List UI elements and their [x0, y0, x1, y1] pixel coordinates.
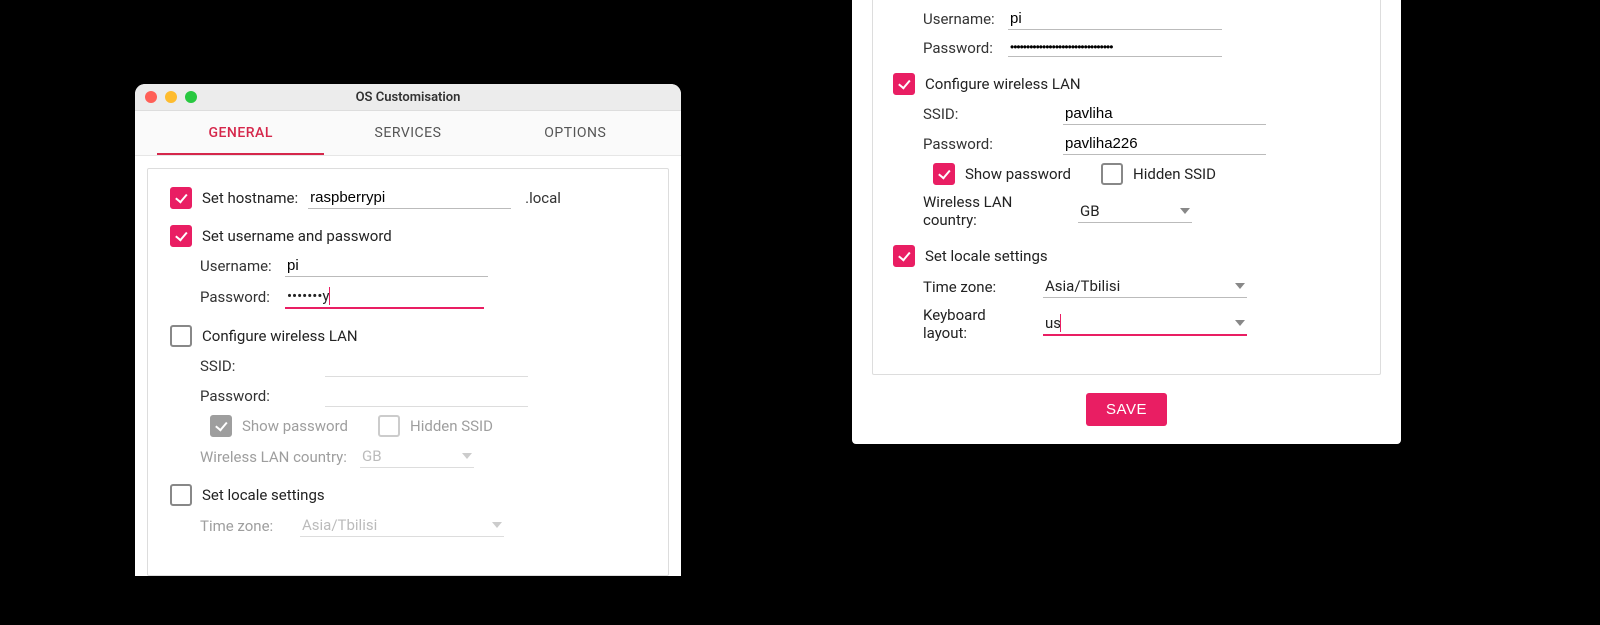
- timezone-label: Time zone:: [923, 278, 1033, 296]
- ssid-label: SSID:: [200, 357, 275, 375]
- set-hostname-checkbox[interactable]: [170, 187, 192, 209]
- hostname-input[interactable]: [308, 187, 511, 209]
- tab-general[interactable]: GENERAL: [157, 111, 324, 155]
- wlan-password-input[interactable]: [1063, 133, 1266, 155]
- password-value: •••••••y: [287, 287, 330, 305]
- wlan-country-value: GB: [1080, 202, 1100, 220]
- chevron-down-icon: [1180, 208, 1190, 214]
- wlan-country-label: Wireless LAN country:: [923, 193, 1068, 229]
- titlebar: OS Customisation: [135, 84, 681, 111]
- set-userpass-checkbox[interactable]: [170, 225, 192, 247]
- chevron-down-icon: [492, 522, 502, 528]
- cursor-icon: [1060, 314, 1061, 332]
- keyboard-layout-value: us: [1045, 314, 1061, 332]
- hidden-ssid-checkbox[interactable]: [1101, 163, 1123, 185]
- show-password-label: Show password: [965, 165, 1071, 183]
- general-panel: Set hostname: .local Set username and pa…: [147, 168, 669, 576]
- timezone-select[interactable]: Asia/Tbilisi: [1043, 275, 1247, 298]
- wlan-password-label: Password:: [200, 387, 275, 405]
- timezone-select: Asia/Tbilisi: [300, 514, 504, 537]
- chevron-down-icon: [462, 453, 472, 459]
- configure-wlan-label: Configure wireless LAN: [925, 75, 1081, 93]
- general-panel-2: Set username and password Username: Pass…: [872, 0, 1381, 375]
- os-customisation-window-2: Set username and password Username: Pass…: [852, 0, 1401, 444]
- set-locale-checkbox[interactable]: [170, 484, 192, 506]
- show-password-checkbox: [210, 415, 232, 437]
- show-password-label: Show password: [242, 417, 348, 435]
- hidden-ssid-label: Hidden SSID: [410, 417, 493, 435]
- hostname-suffix: .local: [525, 189, 561, 207]
- set-locale-label: Set locale settings: [202, 486, 325, 504]
- password-label: Password:: [200, 288, 275, 306]
- wlan-country-value: GB: [362, 447, 382, 465]
- configure-wlan-checkbox[interactable]: [893, 73, 915, 95]
- set-hostname-label: Set hostname:: [202, 189, 298, 207]
- configure-wlan-label: Configure wireless LAN: [202, 327, 358, 345]
- tab-options[interactable]: OPTIONS: [492, 111, 659, 155]
- wlan-country-label: Wireless LAN country:: [200, 448, 350, 466]
- hidden-ssid-checkbox: [378, 415, 400, 437]
- timezone-value: Asia/Tbilisi: [1045, 277, 1120, 295]
- wlan-country-select[interactable]: GB: [1078, 200, 1192, 223]
- username-label: Username:: [923, 10, 998, 28]
- username-input[interactable]: [285, 255, 488, 277]
- save-button[interactable]: SAVE: [1086, 393, 1167, 426]
- configure-wlan-checkbox[interactable]: [170, 325, 192, 347]
- wlan-password-label: Password:: [923, 135, 1053, 153]
- tabs: GENERAL SERVICES OPTIONS: [135, 111, 681, 156]
- ssid-label: SSID:: [923, 105, 1053, 123]
- set-locale-label: Set locale settings: [925, 247, 1048, 265]
- show-password-checkbox[interactable]: [933, 163, 955, 185]
- password-label: Password:: [923, 39, 998, 57]
- username-label: Username:: [200, 257, 275, 275]
- tab-services[interactable]: SERVICES: [324, 111, 491, 155]
- password-input[interactable]: •••••••y: [285, 285, 484, 309]
- keyboard-layout-label: Keyboard layout:: [923, 306, 1033, 342]
- wlan-password-input: [325, 385, 528, 407]
- username-input[interactable]: [1008, 8, 1222, 30]
- set-locale-checkbox[interactable]: [893, 245, 915, 267]
- timezone-value: Asia/Tbilisi: [302, 516, 377, 534]
- chevron-down-icon: [1235, 320, 1245, 326]
- hidden-ssid-label: Hidden SSID: [1133, 165, 1216, 183]
- os-customisation-window: OS Customisation GENERAL SERVICES OPTION…: [135, 84, 681, 576]
- wlan-country-select: GB: [360, 445, 474, 468]
- cursor-icon: [329, 287, 330, 305]
- timezone-label: Time zone:: [200, 517, 290, 535]
- keyboard-layout-select[interactable]: us: [1043, 312, 1247, 336]
- chevron-down-icon: [1235, 283, 1245, 289]
- window-title: OS Customisation: [135, 90, 681, 105]
- password-input[interactable]: [1008, 38, 1222, 57]
- ssid-input[interactable]: [1063, 103, 1266, 125]
- set-userpass-label: Set username and password: [202, 227, 392, 245]
- ssid-input: [325, 355, 528, 377]
